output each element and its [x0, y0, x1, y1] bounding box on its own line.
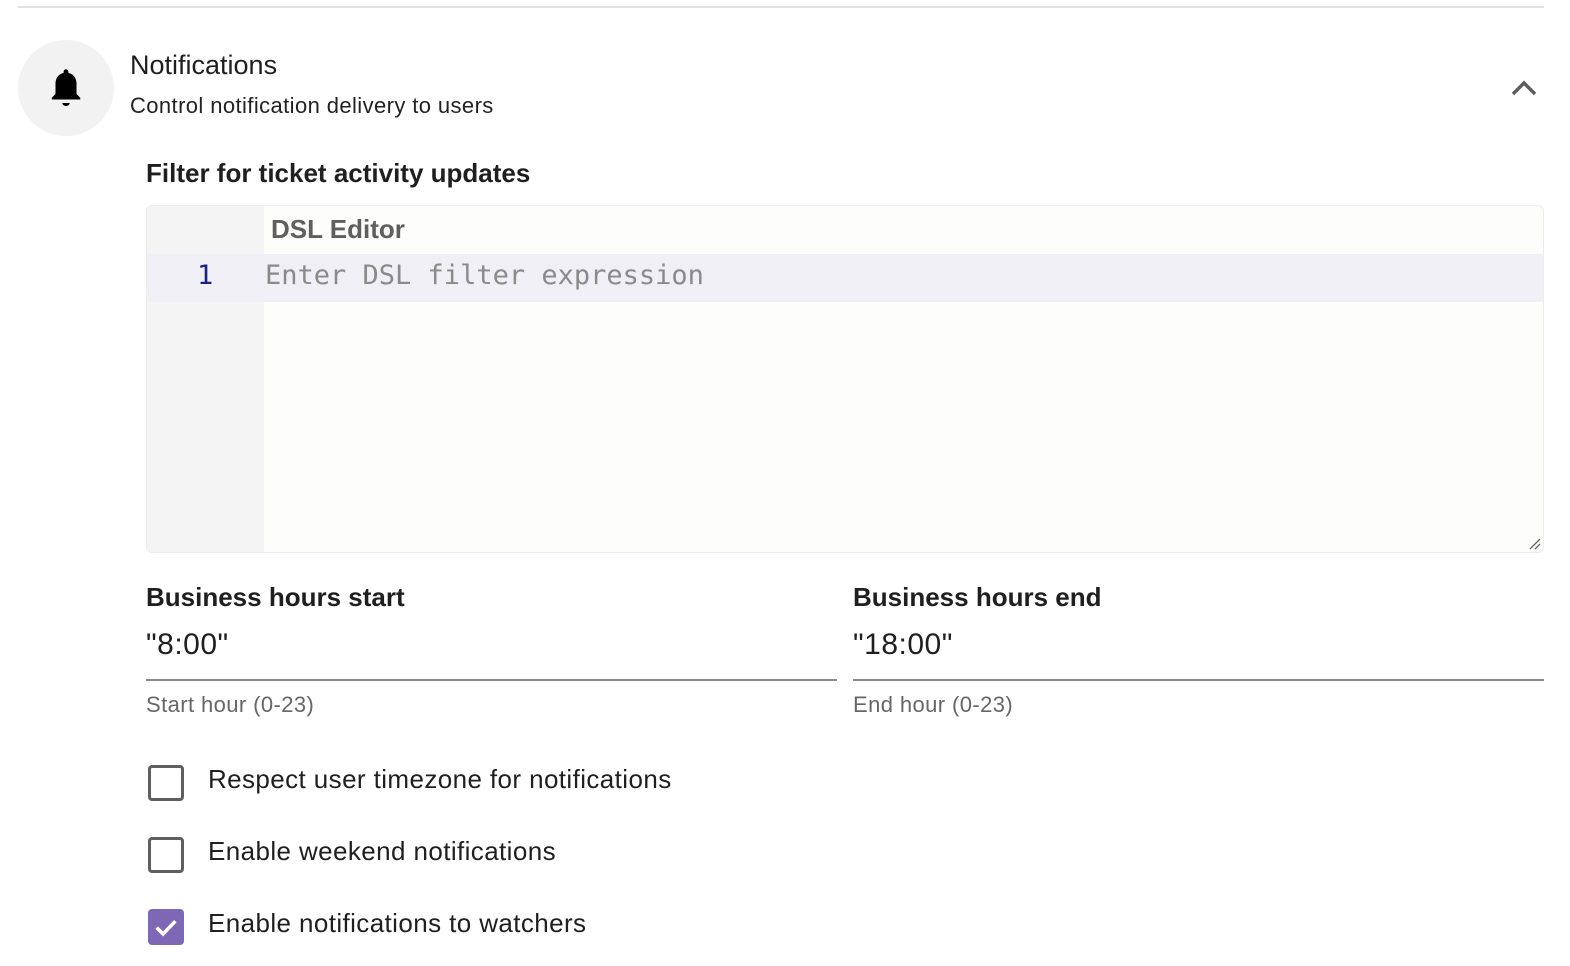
section-title: Notifications [130, 50, 278, 80]
editor-placeholder: Enter DSL filter expression [265, 260, 704, 291]
checkbox-label: Enable notifications to watchers [208, 908, 587, 938]
check-icon [155, 919, 177, 937]
resize-handle-icon[interactable] [1527, 536, 1541, 550]
input-underline [853, 679, 1544, 681]
bell-icon [51, 69, 81, 106]
active-line[interactable]: 1 Enter DSL filter expression [147, 254, 1543, 302]
chevron-up-icon [1511, 80, 1537, 96]
line-number: 1 [197, 260, 214, 291]
checkbox-respect-timezone[interactable] [148, 765, 184, 801]
collapse-button[interactable] [1508, 74, 1540, 102]
dsl-editor[interactable]: DSL Editor 1 Enter DSL filter expression [146, 205, 1544, 553]
end-helper: End hour (0-23) [853, 692, 1014, 717]
editor-title: DSL Editor [271, 214, 405, 244]
filter-label: Filter for ticket activity updates [146, 158, 531, 188]
input-underline [146, 679, 837, 681]
start-value: "8:00" [146, 628, 229, 661]
checkbox-label: Respect user timezone for notifications [208, 764, 672, 794]
business-hours-start-input[interactable]: "8:00" [146, 628, 837, 682]
end-value: "18:00" [853, 628, 953, 661]
start-helper: Start hour (0-23) [146, 692, 315, 717]
divider [18, 6, 1544, 8]
business-hours-end-input[interactable]: "18:00" [853, 628, 1544, 682]
checkbox-label: Enable weekend notifications [208, 836, 556, 866]
checkbox-watchers[interactable] [148, 909, 184, 945]
business-hours-start-label: Business hours start [146, 582, 405, 612]
checkbox-weekend[interactable] [148, 837, 184, 873]
business-hours-end-label: Business hours end [853, 582, 1102, 612]
section-subtitle: Control notification delivery to users [130, 93, 494, 118]
section-icon-avatar [18, 40, 114, 136]
